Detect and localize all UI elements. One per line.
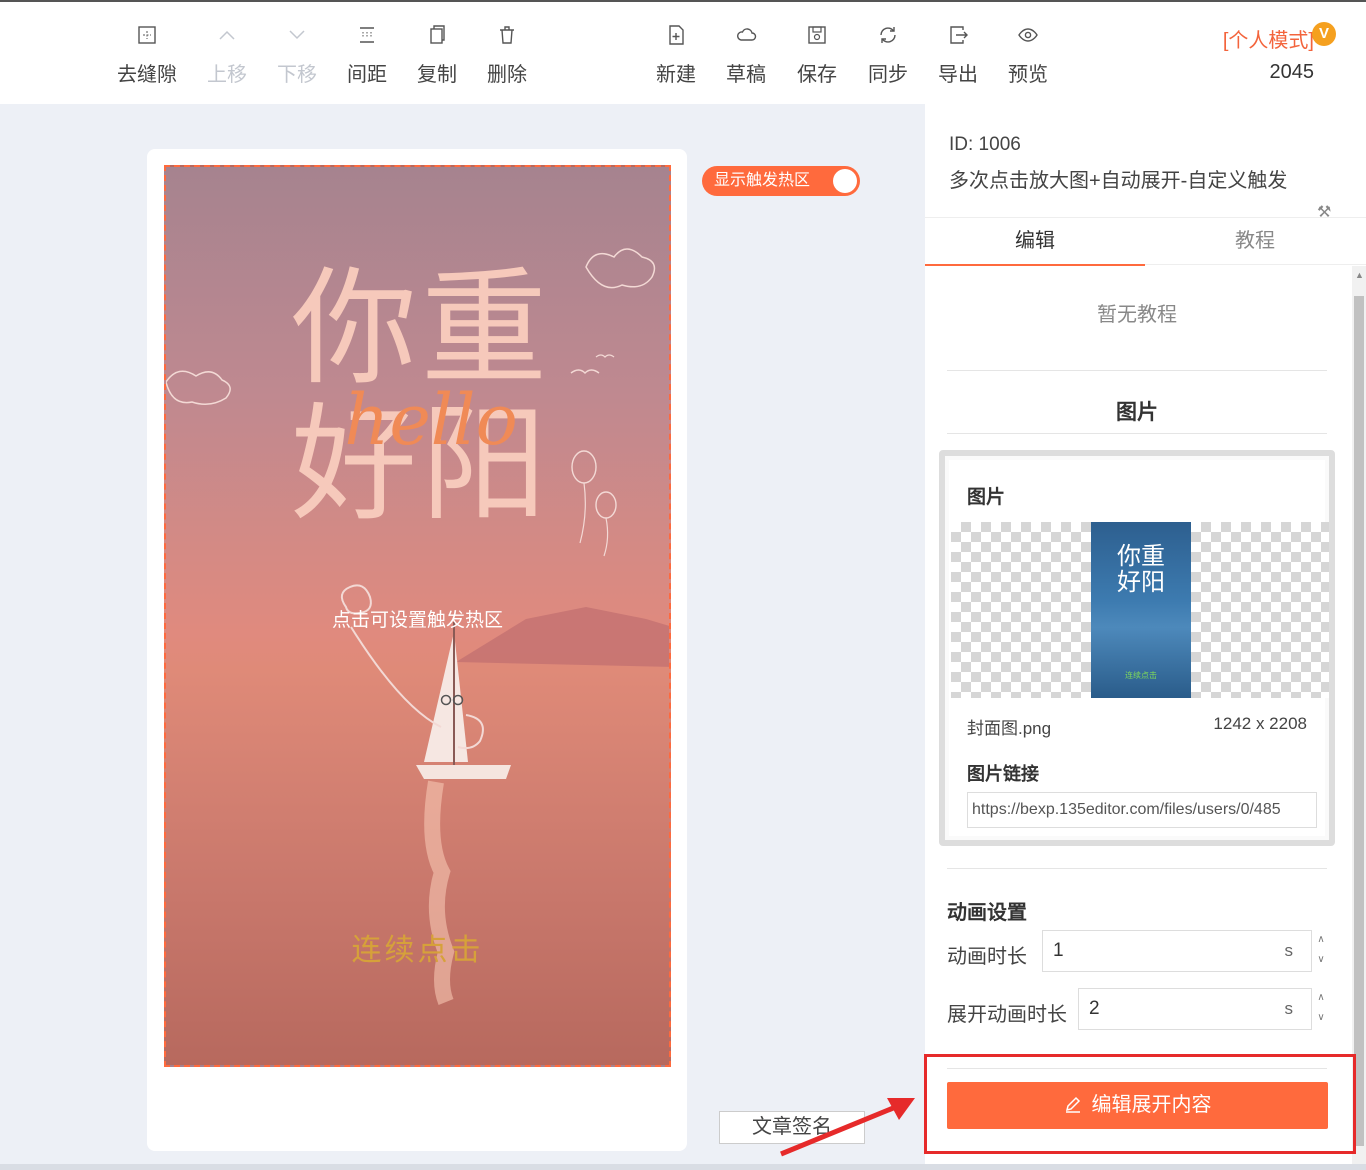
thumbnail-caption: 连续点击 <box>1125 671 1157 680</box>
image-card: 图片 你重好阳 连续点击 封面图.png 1242 x 2208 图片链接 ht… <box>939 450 1335 846</box>
divider <box>947 370 1327 371</box>
new-button[interactable]: 新建 <box>641 24 711 87</box>
expand-duration-label: 展开动画时长 <box>947 1004 1067 1026</box>
file-name: 封面图.png <box>967 719 1052 738</box>
draft-button[interactable]: 草稿 <box>711 24 781 87</box>
poster-image[interactable]: 你重好阳 hello 点击可设置触发热区 连续点击 <box>164 165 671 1067</box>
delete-button[interactable]: 删除 <box>472 24 542 87</box>
toggle-knob <box>833 169 857 193</box>
move-down-button[interactable]: 下移 <box>262 24 332 87</box>
duration-label: 动画时长 <box>947 946 1027 968</box>
divider <box>947 1068 1327 1069</box>
annotation-arrow-icon <box>780 1098 915 1157</box>
pencil-icon <box>1064 1082 1082 1129</box>
image-link-label: 图片链接 <box>967 764 1039 784</box>
sync-button[interactable]: 同步 <box>853 24 923 87</box>
vip-badge-icon: V <box>1312 22 1336 46</box>
properties-panel: ID: 1006 多次点击放大图+自动展开-自定义触发 ⚒ 编辑 教程 暂无教程… <box>925 104 1366 1170</box>
show-hotzone-toggle[interactable]: 显示触发热区 <box>702 166 860 196</box>
duration-stepper[interactable]: ∧ ∨ <box>1315 930 1327 972</box>
expand-duration-input[interactable]: 2 s <box>1078 988 1312 1030</box>
image-card-label: 图片 <box>967 487 1006 508</box>
sync-icon <box>853 24 923 48</box>
remove-gap-icon <box>112 24 182 48</box>
edit-expand-content-button[interactable]: 编辑展开内容 <box>947 1082 1328 1129</box>
bottom-bar <box>0 1164 1366 1170</box>
image-thumbnail[interactable]: 你重好阳 连续点击 <box>1091 522 1191 698</box>
toggle-label: 显示触发热区 <box>714 172 811 189</box>
spacing-button[interactable]: 间距 <box>332 24 402 87</box>
copy-icon <box>402 24 472 48</box>
thumbnail-title: 你重好阳 <box>1117 543 1165 596</box>
remove-gap-button[interactable]: 去缝隙 <box>112 24 182 87</box>
poster-hello-script: hello <box>344 379 518 461</box>
hotzone-hint: 点击可设置触发热区 <box>331 610 503 631</box>
duration-input[interactable]: 1 s <box>1042 930 1312 972</box>
expand-duration-unit: s <box>1284 999 1294 1018</box>
poster-cta: 连续点击 <box>351 934 484 967</box>
new-file-icon <box>641 24 711 48</box>
image-section-title: 图片 <box>1116 401 1158 424</box>
template-name: 多次点击放大图+自动展开-自定义触发 <box>949 170 1288 192</box>
top-toolbar: 去缝隙 上移 下移 间距 复制 删除 新建 草稿 保存 同步 导出 预览 [个人… <box>0 0 1366 104</box>
expand-duration-stepper[interactable]: ∧ ∨ <box>1315 988 1327 1030</box>
scrollbar-thumb[interactable] <box>1354 296 1364 1146</box>
template-id: ID: 1006 <box>949 134 1021 155</box>
cloud-icon <box>711 24 781 48</box>
save-icon <box>782 24 852 48</box>
export-button[interactable]: 导出 <box>923 24 993 87</box>
animation-settings-title: 动画设置 <box>947 902 1027 924</box>
no-tutorial-text: 暂无教程 <box>1097 304 1177 326</box>
file-dimensions: 1242 x 2208 <box>1213 714 1307 733</box>
spacing-icon <box>332 24 402 48</box>
eye-icon <box>993 24 1063 48</box>
save-button[interactable]: 保存 <box>782 24 852 87</box>
copy-button[interactable]: 复制 <box>402 24 472 87</box>
panel-scrollbar[interactable]: ▲ <box>1352 266 1366 1170</box>
image-link-input[interactable]: https://bexp.135editor.com/files/users/0… <box>967 792 1317 828</box>
scroll-up-icon[interactable]: ▲ <box>1355 270 1364 280</box>
divider <box>947 433 1327 434</box>
export-icon <box>923 24 993 48</box>
mode-count: 2045 <box>1269 61 1315 83</box>
arrow-up-icon <box>192 24 262 48</box>
mode-label[interactable]: [个人模式] <box>1223 30 1314 52</box>
duration-unit: s <box>1284 941 1294 960</box>
move-up-button[interactable]: 上移 <box>192 24 262 87</box>
account-mode[interactable]: [个人模式] V 2045 <box>1196 22 1336 84</box>
tab-edit[interactable]: 编辑 <box>925 218 1145 266</box>
preview-button[interactable]: 预览 <box>993 24 1063 87</box>
tab-tutorial[interactable]: 教程 <box>1145 218 1365 264</box>
arrow-down-icon <box>262 24 332 48</box>
panel-tabs: 编辑 教程 <box>925 217 1366 266</box>
trash-icon <box>472 24 542 48</box>
divider <box>947 868 1327 869</box>
